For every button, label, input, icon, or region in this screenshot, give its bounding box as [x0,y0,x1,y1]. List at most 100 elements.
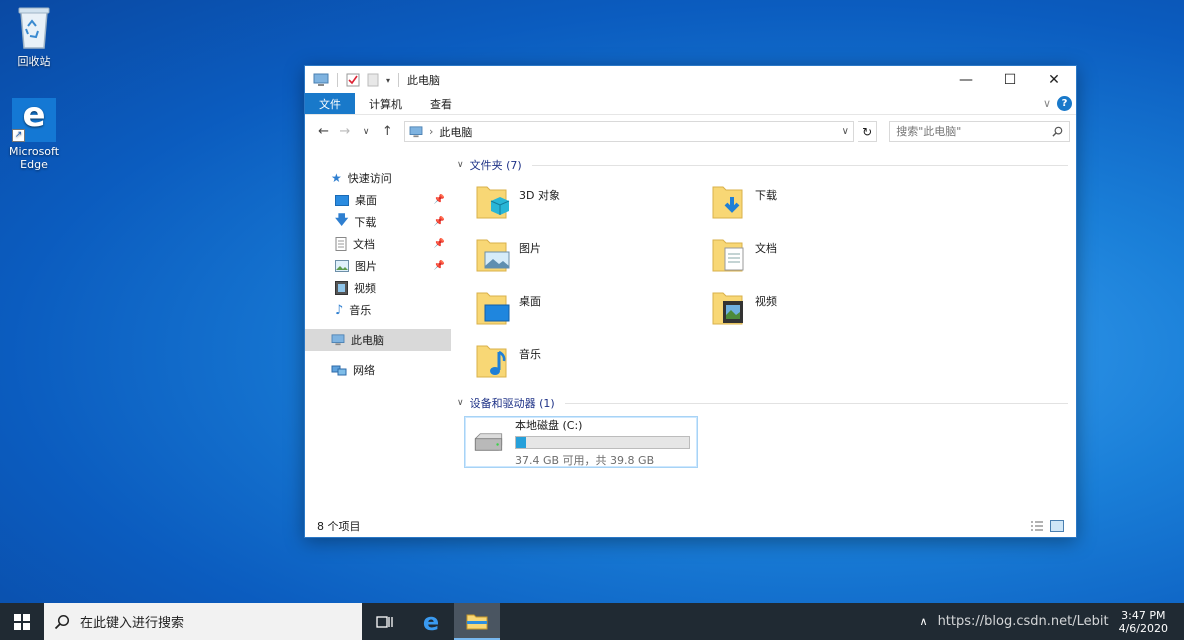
desktop-icon-label: 回收站 [17,55,51,68]
title-bar: ▾ 此电脑 — ☐ ✕ [305,66,1076,94]
group-title: 文件夹 (7) [469,159,522,172]
3d-objects-folder-icon [476,186,510,219]
close-button[interactable]: ✕ [1032,66,1076,94]
up-button[interactable]: ↑ [379,124,396,139]
folder-label: 下载 [755,189,777,202]
folder-grid: 3D 对象 下载 图片 文档 桌面 视频 音乐 [457,179,1068,391]
breadcrumb-this-pc[interactable]: 此电脑 [439,124,835,140]
folder-item-3d-objects[interactable]: 3D 对象 [475,179,711,232]
taskbar-edge-button[interactable]: e [408,603,454,640]
pin-icon[interactable]: 📌 [434,239,445,249]
clock[interactable]: 3:47 PM 4/6/2020 [1119,609,1168,635]
recent-locations-chevron-icon[interactable]: ∨ [358,127,375,137]
forward-button[interactable]: → [336,124,353,139]
details-view-icon[interactable] [1030,520,1044,532]
large-icons-view-icon[interactable] [1050,520,1064,532]
address-dropdown-chevron-icon[interactable]: ∨ [842,126,849,137]
folder-item-pictures[interactable]: 图片 [475,232,711,285]
show-hidden-icons-chevron-icon[interactable]: ∧ [920,615,928,628]
sidebar-item-videos[interactable]: 视频 [305,277,451,299]
folder-label: 音乐 [519,348,541,361]
collapse-chevron-icon[interactable]: ∨ [457,398,464,408]
search-icon [54,614,70,629]
help-icon[interactable]: ? [1057,96,1072,111]
picture-icon [335,260,349,272]
sidebar-item-downloads[interactable]: 🡇 下载 📌 [305,211,451,233]
devices-group-header[interactable]: ∨ 设备和驱动器 (1) [457,393,1068,413]
sidebar-item-label: 桌面 [355,194,377,207]
edge-icon: e [422,607,440,636]
taskbar: 在此键入进行搜索 e ∧ https://blog.csdn.net/Lebit… [0,603,1184,640]
desktop-icon-label: Microsoft Edge [8,145,60,171]
drive-item-c[interactable]: 本地磁盘 (C:) 37.4 GB 可用，共 39.8 GB [464,416,698,468]
taskbar-search-placeholder: 在此键入进行搜索 [80,616,185,631]
sidebar-item-music[interactable]: ♪ 音乐 [305,299,451,321]
desktop-icon-edge[interactable]: e ↗ Microsoft Edge [2,98,66,171]
sidebar-item-this-pc[interactable]: 此电脑 [305,329,451,351]
folders-group-header[interactable]: ∨ 文件夹 (7) [457,155,1068,175]
sidebar-item-label: 网络 [353,364,375,377]
expand-ribbon-chevron-icon[interactable]: ∨ [1043,97,1051,110]
sidebar-item-label: 此电脑 [351,334,384,347]
taskbar-search-box[interactable]: 在此键入进行搜索 [44,603,362,640]
status-bar: 8 个项目 [305,515,1076,537]
downloads-folder-icon [712,186,743,219]
tab-view[interactable]: 查看 [416,93,466,114]
collapse-chevron-icon[interactable]: ∨ [457,160,464,170]
this-pc-icon [313,73,329,86]
start-button[interactable] [0,603,44,640]
tab-computer[interactable]: 计算机 [355,93,416,114]
taskbar-explorer-button[interactable] [454,603,500,640]
folder-label: 桌面 [519,295,541,308]
watermark-text: https://blog.csdn.net/Lebit [937,614,1109,629]
network-icon [331,365,347,376]
recycle-bin-icon [18,7,50,49]
sidebar-item-documents[interactable]: 文档 📌 [305,233,451,255]
toolbar-divider [337,73,338,87]
minimize-button[interactable]: — [944,66,988,94]
search-box[interactable] [889,121,1070,142]
star-icon: ★ [331,171,342,185]
address-bar[interactable]: › 此电脑 ∨ [404,121,854,142]
search-input[interactable] [896,125,1052,138]
pin-icon[interactable]: 📌 [434,261,445,271]
this-pc-icon [331,334,345,346]
sidebar-item-network[interactable]: 网络 [305,359,451,381]
back-button[interactable]: ← [315,124,332,139]
folder-item-documents[interactable]: 文档 [711,232,947,285]
ribbon-tabs: 文件 计算机 查看 ∨ ? [305,93,1076,115]
tab-file[interactable]: 文件 [305,93,355,114]
navigation-pane: ★ 快速访问 桌面 📌 🡇 下载 📌 文档 📌 图片 📌 视频 ♪ 音乐 此电脑… [305,149,451,515]
breadcrumb-separator-icon: › [429,125,434,138]
sidebar-item-pictures[interactable]: 图片 📌 [305,255,451,277]
folder-label: 图片 [519,242,541,255]
drive-usage-fill [516,436,527,448]
sidebar-item-label: 视频 [354,282,376,295]
video-icon [335,281,348,295]
pin-icon[interactable]: 📌 [434,217,445,227]
task-view-button[interactable] [362,603,408,640]
refresh-button[interactable]: ↻ [858,121,878,142]
content-pane: ∨ 文件夹 (7) 3D 对象 下载 图片 文档 桌面 视频 音乐 ∨ 设备和驱… [451,149,1076,515]
file-explorer-icon [466,614,488,629]
folder-label: 视频 [755,295,777,308]
folder-item-videos[interactable]: 视频 [711,285,947,338]
clock-time: 3:47 PM [1121,608,1166,622]
sidebar-item-desktop[interactable]: 桌面 📌 [305,189,451,211]
customize-toolbar-chevron-icon[interactable]: ▾ [386,76,390,85]
system-tray: ∧ https://blog.csdn.net/Lebit 3:47 PM 4/… [920,609,1184,635]
folder-item-downloads[interactable]: 下载 [711,179,947,232]
download-arrow-icon: 🡇 [335,213,349,228]
properties-icon[interactable] [346,73,360,87]
new-folder-icon[interactable] [366,73,380,87]
navigation-bar: ← → ∨ ↑ › 此电脑 ∨ ↻ [305,115,1076,148]
maximize-button[interactable]: ☐ [988,66,1032,94]
desktop-icon-recycle-bin[interactable]: 回收站 [2,4,66,69]
sidebar-item-quick-access[interactable]: ★ 快速访问 [305,167,451,189]
pictures-folder-icon [476,239,510,272]
shortcut-arrow-icon: ↗ [12,129,25,142]
folder-item-desktop[interactable]: 桌面 [475,285,711,338]
sidebar-item-label: 快速访问 [347,172,392,185]
folder-item-music[interactable]: 音乐 [475,338,711,391]
pin-icon[interactable]: 📌 [434,195,445,205]
